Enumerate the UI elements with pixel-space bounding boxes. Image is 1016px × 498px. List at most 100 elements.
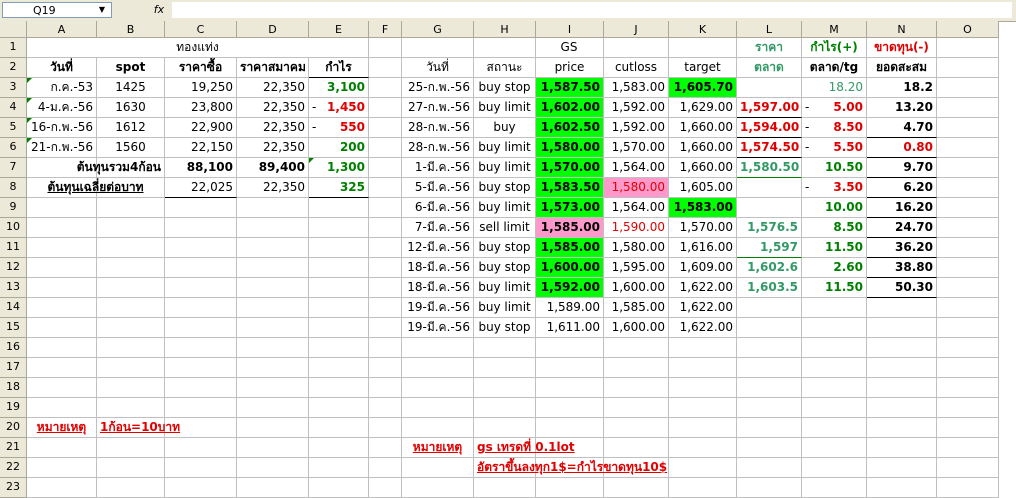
row-header-4[interactable]: 4 — [0, 98, 27, 118]
gs-market-cell[interactable]: 1,597.00 — [737, 98, 802, 118]
date-cell[interactable]: 21-ก.พ.-56 — [27, 138, 97, 158]
gs-cumulative-cell[interactable]: 18.2 — [867, 78, 937, 98]
cell[interactable] — [802, 438, 867, 458]
cell[interactable] — [165, 358, 237, 378]
cell[interactable] — [937, 278, 999, 298]
gs-note-line2[interactable]: อัตราขึ้นลงทุก1$=กำไรขาดทุน10$ — [474, 458, 737, 478]
column-header-c[interactable]: C — [165, 21, 237, 38]
cell[interactable] — [737, 318, 802, 338]
cell[interactable] — [309, 458, 369, 478]
cell[interactable] — [802, 298, 867, 318]
cell[interactable] — [237, 458, 309, 478]
name-box-dropdown-icon[interactable]: ▼ — [94, 2, 110, 18]
spot-cell[interactable]: 1612 — [97, 118, 165, 138]
gs-cumulative-cell[interactable]: 6.20 — [867, 178, 937, 198]
cell[interactable] — [737, 438, 802, 458]
cell[interactable] — [165, 218, 237, 238]
cell[interactable] — [604, 338, 669, 358]
cell[interactable] — [309, 238, 369, 258]
cell[interactable] — [309, 198, 369, 218]
cell[interactable] — [237, 318, 309, 338]
cell[interactable] — [165, 478, 237, 498]
cell[interactable] — [369, 378, 402, 398]
cell[interactable] — [97, 338, 165, 358]
gs-date-cell[interactable]: 18-มี.ค.-56 — [402, 278, 474, 298]
header-cell[interactable]: กำไร — [309, 58, 369, 78]
gs-profit-cell[interactable]: 2.60 — [802, 258, 867, 278]
cell[interactable] — [97, 438, 165, 458]
gs-price-cell[interactable]: 1,600.00 — [536, 258, 604, 278]
row-header-18[interactable]: 18 — [0, 378, 27, 398]
gs-profit-cell[interactable]: 10.00 — [802, 198, 867, 218]
cell[interactable] — [867, 358, 937, 378]
buy-price-cell[interactable]: 22,150 — [165, 138, 237, 158]
cell[interactable] — [536, 418, 604, 438]
cell[interactable] — [97, 298, 165, 318]
header-loss-2[interactable]: ยอดสะสม — [867, 58, 937, 78]
gs-cutloss-cell[interactable]: 1,580.00 — [604, 178, 669, 198]
cell[interactable] — [165, 298, 237, 318]
gs-date-cell[interactable]: 28-ก.พ.-56 — [402, 138, 474, 158]
cell[interactable] — [937, 158, 999, 178]
gs-market-cell[interactable]: 1,576.5 — [737, 218, 802, 238]
gs-target-cell[interactable]: 1,660.00 — [669, 118, 737, 138]
gs-target-cell[interactable]: 1,622.00 — [669, 318, 737, 338]
column-header-f[interactable]: F — [369, 21, 402, 38]
cell[interactable] — [867, 458, 937, 478]
cell[interactable] — [402, 458, 474, 478]
profit-cell[interactable]: 1,450- — [309, 98, 369, 118]
row-header-21[interactable]: 21 — [0, 438, 27, 458]
gs-date-cell[interactable]: 1-มี.ค.-56 — [402, 158, 474, 178]
cell[interactable] — [309, 298, 369, 318]
cell[interactable] — [737, 198, 802, 218]
cell[interactable] — [27, 438, 97, 458]
cell[interactable] — [369, 318, 402, 338]
cell[interactable] — [309, 278, 369, 298]
cell[interactable] — [309, 478, 369, 498]
gs-profit-cell[interactable]: 8.50 — [802, 218, 867, 238]
cell[interactable] — [165, 258, 237, 278]
cell[interactable] — [165, 438, 237, 458]
cell[interactable] — [737, 378, 802, 398]
cell[interactable] — [309, 418, 369, 438]
date-cell[interactable]: 16-ก.พ.-56 — [27, 118, 97, 138]
cell[interactable] — [27, 198, 97, 218]
cell[interactable] — [669, 338, 737, 358]
row-header-22[interactable]: 22 — [0, 458, 27, 478]
formula-input[interactable] — [172, 2, 1012, 18]
row-header-10[interactable]: 10 — [0, 218, 27, 238]
cell[interactable] — [737, 398, 802, 418]
cell[interactable] — [802, 378, 867, 398]
cell[interactable] — [802, 358, 867, 378]
cell[interactable] — [369, 138, 402, 158]
gs-date-cell[interactable]: 5-มี.ค.-56 — [402, 178, 474, 198]
cell[interactable] — [402, 338, 474, 358]
cell[interactable] — [669, 358, 737, 378]
gs-cutloss-cell[interactable]: 1,592.00 — [604, 118, 669, 138]
cell[interactable] — [237, 298, 309, 318]
cell[interactable] — [237, 478, 309, 498]
cell[interactable] — [237, 418, 309, 438]
cell[interactable] — [737, 298, 802, 318]
gs-cutloss-cell[interactable]: 1,585.00 — [604, 298, 669, 318]
row-header-11[interactable]: 11 — [0, 238, 27, 258]
total-assoc-cell[interactable]: 89,400 — [237, 158, 309, 178]
gs-date-cell[interactable]: 12-มี.ค.-56 — [402, 238, 474, 258]
cell[interactable] — [737, 358, 802, 378]
gs-target-cell[interactable]: 1,605.70 — [669, 78, 737, 98]
gs-target-cell[interactable]: 1,622.00 — [669, 278, 737, 298]
cell[interactable] — [369, 398, 402, 418]
cell[interactable] — [536, 358, 604, 378]
cell[interactable] — [27, 398, 97, 418]
gs-profit-cell[interactable]: 8.50- — [802, 118, 867, 138]
cell[interactable] — [369, 118, 402, 138]
buy-price-cell[interactable]: 22,900 — [165, 118, 237, 138]
cell[interactable] — [27, 458, 97, 478]
header-cell[interactable]: cutloss — [604, 58, 669, 78]
gs-note-label[interactable]: หมายเหตุ — [402, 438, 474, 458]
gs-profit-cell[interactable]: 11.50 — [802, 238, 867, 258]
gs-profit-cell[interactable]: 18.20 — [802, 78, 867, 98]
cell[interactable] — [369, 278, 402, 298]
cell[interactable] — [165, 278, 237, 298]
gs-status-cell[interactable]: sell limit — [474, 218, 536, 238]
